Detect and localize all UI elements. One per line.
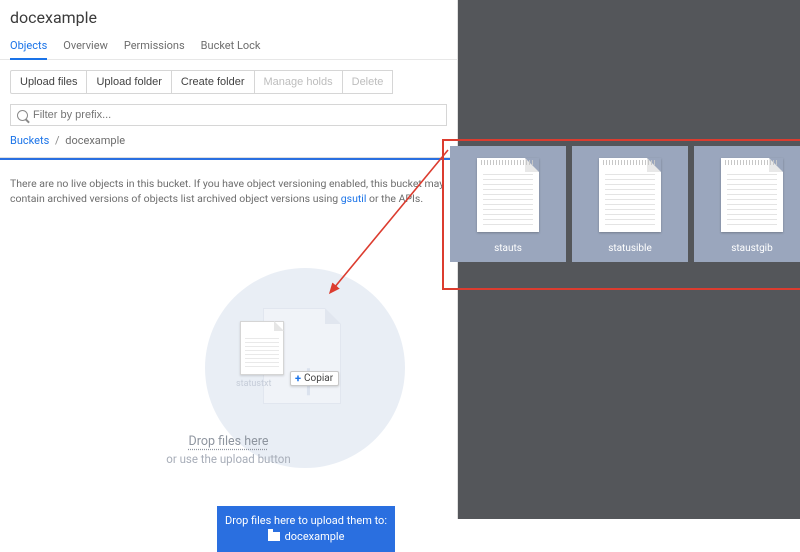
- breadcrumb: Buckets / docexample: [0, 134, 457, 157]
- file-label: staustgib: [731, 243, 772, 254]
- create-folder-button[interactable]: Create folder: [171, 70, 255, 94]
- upload-toast-text: Drop files here to upload them to:: [225, 513, 387, 528]
- file-label: stauts: [494, 243, 522, 254]
- tabs: Objects Overview Permissions Bucket Lock: [0, 29, 457, 60]
- desktop-file[interactable]: statusible: [572, 146, 688, 262]
- desktop-area: stauts statusible staustgib: [458, 0, 800, 519]
- desktop-file[interactable]: staustgib: [694, 146, 800, 262]
- tab-permissions[interactable]: Permissions: [124, 33, 185, 59]
- breadcrumb-sep: /: [55, 134, 60, 147]
- manage-holds-button: Manage holds: [254, 70, 343, 94]
- tab-objects[interactable]: Objects: [10, 33, 47, 60]
- filter-field[interactable]: [10, 104, 447, 126]
- upload-toast-target: docexample: [225, 529, 387, 544]
- breadcrumb-current: docexample: [65, 134, 125, 147]
- upload-files-button[interactable]: Upload files: [10, 70, 87, 94]
- bucket-title: docexample: [0, 0, 457, 29]
- copy-label: Copiar: [304, 373, 333, 384]
- delete-button: Delete: [342, 70, 394, 94]
- tab-bucket-lock[interactable]: Bucket Lock: [201, 33, 261, 59]
- copy-plus-icon: +: [295, 373, 301, 384]
- breadcrumb-root[interactable]: Buckets: [10, 134, 49, 147]
- file-icon: [721, 158, 783, 232]
- gsutil-link[interactable]: gsutil: [341, 192, 367, 205]
- file-label: statusible: [608, 243, 652, 254]
- drag-cursor-copy-tag: + Copiar: [290, 371, 339, 386]
- drag-ghost-label: statustxt: [236, 379, 271, 389]
- desktop-file[interactable]: stauts: [450, 146, 566, 262]
- empty-bucket-message: There are no live objects in this bucket…: [0, 160, 457, 206]
- file-icon: [599, 158, 661, 232]
- desktop-files: stauts statusible staustgib: [450, 146, 800, 262]
- toolbar: Upload files Upload folder Create folder…: [0, 60, 457, 104]
- dropzone[interactable]: + statustxt + Copiar Drop files here or …: [0, 206, 457, 516]
- upload-folder-button[interactable]: Upload folder: [86, 70, 171, 94]
- dropzone-line2: or use the upload button: [0, 452, 457, 466]
- dropzone-line1: Drop files here: [0, 434, 457, 449]
- upload-toast: Drop files here to upload them to: docex…: [217, 506, 395, 552]
- file-icon: [477, 158, 539, 232]
- drag-ghost-page-icon: [240, 321, 284, 375]
- tab-overview[interactable]: Overview: [63, 33, 108, 59]
- dropzone-caption: Drop files here or use the upload button: [0, 434, 457, 466]
- storage-panel: docexample Objects Overview Permissions …: [0, 0, 458, 519]
- folder-icon: [268, 532, 280, 541]
- filter-input[interactable]: [33, 109, 440, 121]
- search-icon: [17, 110, 28, 121]
